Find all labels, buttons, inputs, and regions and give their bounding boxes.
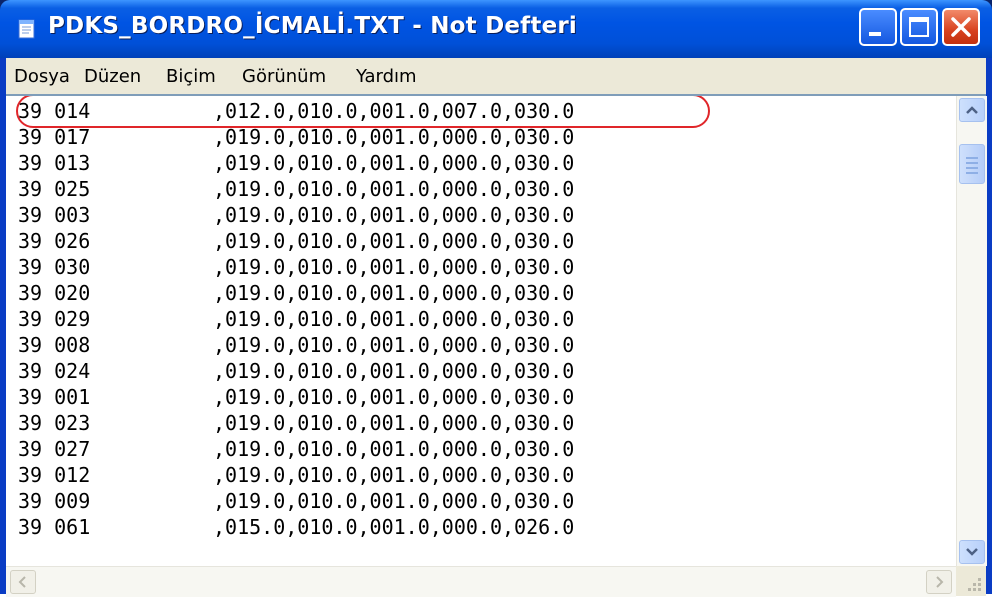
line-values: ,019.0,010.0,001.0,000.0,030.0	[213, 229, 575, 253]
chevron-left-icon	[18, 576, 26, 588]
close-button[interactable]	[942, 8, 980, 46]
thumb-grip-line	[966, 162, 978, 164]
title-bar[interactable]: PDKS_BORDRO_İCMALİ.TXT - Not Defteri	[0, 0, 992, 58]
line-id: 39 012	[18, 463, 91, 487]
line-values: ,019.0,010.0,001.0,000.0,030.0	[213, 489, 575, 513]
line-id: 39 001	[18, 385, 91, 409]
text-editor[interactable]: 39 014 ,012.0,010.0,001.0,007.0,030.0 39 0…	[6, 94, 987, 597]
line-id: 39 014	[18, 99, 91, 123]
thumb-grip-line	[966, 172, 978, 174]
line-values: ,019.0,010.0,001.0,000.0,030.0	[213, 411, 575, 435]
line-id: 39 013	[18, 151, 91, 175]
line-values: ,019.0,010.0,001.0,000.0,030.0	[213, 385, 575, 409]
minimize-button[interactable]	[859, 8, 897, 46]
vertical-scrollbar[interactable]	[956, 96, 987, 566]
line-values: ,019.0,010.0,001.0,000.0,030.0	[213, 437, 575, 461]
chevron-up-icon	[966, 106, 978, 114]
line-values: ,019.0,010.0,001.0,000.0,030.0	[213, 333, 575, 357]
scroll-up-button[interactable]	[959, 98, 985, 122]
line-values: ,015.0,010.0,001.0,000.0,026.0	[213, 515, 575, 539]
chevron-right-icon	[936, 576, 944, 588]
scroll-thumb[interactable]	[959, 144, 985, 184]
size-grip[interactable]	[956, 566, 986, 596]
size-grip-icon	[968, 578, 981, 591]
line-id: 39 017	[18, 125, 91, 149]
line-id: 39 008	[18, 333, 91, 357]
line-id: 39 025	[18, 177, 91, 201]
text-content[interactable]: 39 014 ,012.0,010.0,001.0,007.0,030.0 39 0…	[6, 96, 956, 566]
line-id: 39 020	[18, 281, 91, 305]
line-id: 39 009	[18, 489, 91, 513]
notepad-icon[interactable]	[16, 18, 38, 40]
line-values: ,019.0,010.0,001.0,000.0,030.0	[213, 125, 575, 149]
line-values: ,019.0,010.0,001.0,000.0,030.0	[213, 359, 575, 383]
line-id: 39 026	[18, 229, 91, 253]
menu-bicim[interactable]: Biçim	[166, 66, 216, 87]
menu-dosya[interactable]: Dosya	[14, 66, 70, 87]
line-values: ,019.0,010.0,001.0,000.0,030.0	[213, 255, 575, 279]
menu-duzen[interactable]: Düzen	[84, 66, 141, 87]
line-values: ,019.0,010.0,001.0,000.0,030.0	[213, 151, 575, 175]
menu-gorunum[interactable]: Görünüm	[242, 66, 326, 87]
line-id: 39 061	[18, 515, 91, 539]
close-icon	[951, 17, 971, 37]
scroll-right-button[interactable]	[926, 570, 952, 594]
window-title: PDKS_BORDRO_İCMALİ.TXT - Not Defteri	[48, 13, 578, 39]
line-values: ,019.0,010.0,001.0,000.0,030.0	[213, 203, 575, 227]
line-values: ,019.0,010.0,001.0,000.0,030.0	[213, 463, 575, 487]
notepad-window: PDKS_BORDRO_İCMALİ.TXT - Not Defteri Dos…	[0, 0, 992, 597]
line-values: ,019.0,010.0,001.0,000.0,030.0	[213, 281, 575, 305]
thumb-grip-line	[966, 167, 978, 169]
menu-yardim[interactable]: Yardım	[356, 66, 417, 87]
thumb-grip-line	[966, 157, 978, 159]
line-values: ,019.0,010.0,001.0,000.0,030.0	[213, 307, 575, 331]
line-id: 39 003	[18, 203, 91, 227]
line-id: 39 024	[18, 359, 91, 383]
maximize-icon	[909, 17, 929, 37]
line-id: 39 029	[18, 307, 91, 331]
scroll-down-button[interactable]	[959, 540, 985, 564]
line-id: 39 030	[18, 255, 91, 279]
minimize-icon	[869, 32, 881, 36]
line-id: 39 023	[18, 411, 91, 435]
line-values: ,012.0,010.0,001.0,007.0,030.0	[213, 99, 575, 123]
maximize-button[interactable]	[900, 8, 938, 46]
chevron-down-icon	[966, 548, 978, 556]
menu-bar: Dosya Düzen Biçim Görünüm Yardım	[6, 58, 986, 95]
horizontal-scrollbar[interactable]	[6, 566, 956, 597]
line-values: ,019.0,010.0,001.0,000.0,030.0	[213, 177, 575, 201]
scroll-left-button[interactable]	[10, 570, 36, 594]
line-id: 39 027	[18, 437, 91, 461]
